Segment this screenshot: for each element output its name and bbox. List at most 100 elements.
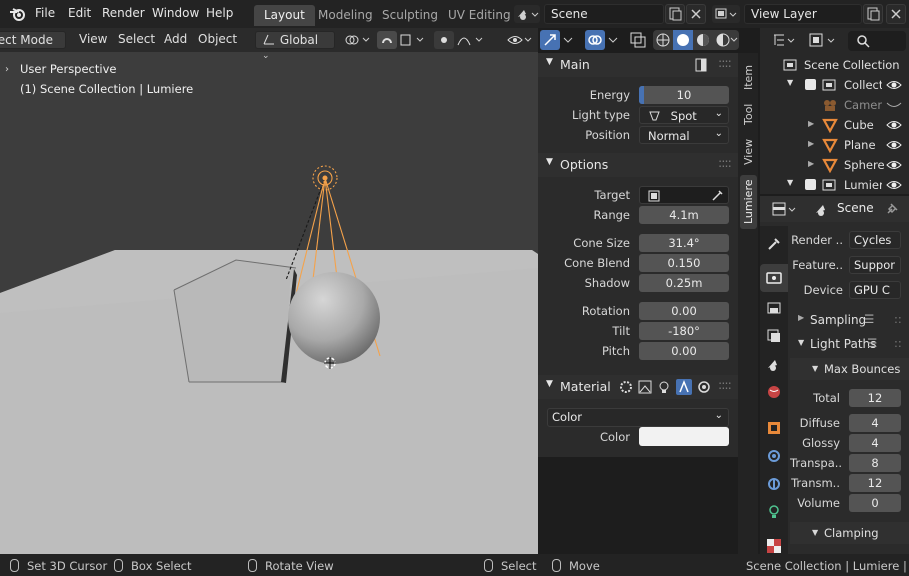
delete-scene-button[interactable] <box>686 4 706 24</box>
xray-toggle-icon[interactable] <box>629 31 647 49</box>
filter-icon[interactable] <box>808 32 838 50</box>
scene-props-icon[interactable] <box>766 356 782 372</box>
view-layer-field[interactable]: View Layer <box>744 4 862 24</box>
cone-blend-field[interactable]: 0.150 <box>639 254 729 272</box>
render-engine-dropdown[interactable]: Cycles <box>849 231 901 249</box>
visibility-icon[interactable] <box>505 31 533 49</box>
feature-set-dropdown[interactable]: Suppor <box>849 256 901 274</box>
target-field[interactable] <box>639 186 729 204</box>
tool-icon[interactable] <box>766 236 782 252</box>
world-icon[interactable] <box>766 384 782 400</box>
material-mode-icons[interactable] <box>618 379 714 395</box>
pitch-field[interactable]: 0.00 <box>639 342 729 360</box>
new-scene-button[interactable] <box>665 4 685 24</box>
energy-field[interactable]: 10 <box>639 86 729 104</box>
delete-view-layer-button[interactable] <box>886 4 906 24</box>
eye-icon[interactable] <box>886 119 902 131</box>
chevron-down-icon[interactable] <box>562 34 574 46</box>
menu-add[interactable]: Add <box>158 31 193 49</box>
light-paths-panel-header[interactable]: ▼ Light Paths ☰ :: <box>790 334 909 354</box>
modifier-icon[interactable] <box>766 448 782 464</box>
bounce-total-field[interactable]: 12 <box>849 389 901 407</box>
material-panel-header[interactable]: ▼ Material :::: <box>538 375 738 399</box>
device-dropdown[interactable]: GPU C <box>849 281 901 299</box>
scene-name-field[interactable]: Scene <box>544 4 664 24</box>
outliner-item-plane[interactable]: ▶ Plane <box>760 135 909 155</box>
cone-size-field[interactable]: 31.4° <box>639 234 729 252</box>
outliner-scene-collection[interactable]: Scene Collection <box>760 55 909 75</box>
snap-toggle-icon[interactable] <box>377 31 397 49</box>
rotation-field[interactable]: 0.00 <box>639 302 729 320</box>
transform-orientation-selector[interactable]: Global ⌄ <box>255 31 335 61</box>
blender-logo-icon[interactable] <box>9 6 26 22</box>
view-layer-icon[interactable] <box>766 328 782 344</box>
editor-type-icon[interactable] <box>772 201 800 219</box>
new-view-layer-button[interactable] <box>863 4 883 24</box>
material-mode-dropdown[interactable]: Color ⌄ <box>547 408 729 427</box>
menu-render[interactable]: Render <box>102 6 145 20</box>
output-icon[interactable] <box>766 300 782 316</box>
chevron-down-icon[interactable] <box>607 34 619 46</box>
eye-icon[interactable] <box>886 179 902 191</box>
falloff-icon[interactable] <box>456 31 488 49</box>
tab-tool[interactable]: Tool <box>740 97 757 131</box>
pin-icon[interactable] <box>884 201 900 217</box>
tab-layout[interactable]: Layout <box>254 5 315 26</box>
clamping-panel-header[interactable]: ▼ Clamping <box>790 522 909 544</box>
bounce-glossy-field[interactable]: 4 <box>849 434 901 452</box>
bounce-volume-field[interactable]: 0 <box>849 494 901 512</box>
pivot-point-icon[interactable] <box>343 32 373 48</box>
expand-arrow-icon[interactable]: ▶ <box>808 159 814 168</box>
light-type-dropdown[interactable]: Spot ⌄ <box>639 106 729 124</box>
options-panel-header[interactable]: ▼ Options :::: <box>538 153 738 177</box>
overlays-toggle-icon[interactable] <box>585 30 605 50</box>
scene-selector-icon[interactable] <box>514 5 540 23</box>
mode-selector[interactable]: Object Mode ⌄ <box>0 31 66 49</box>
range-field[interactable]: 4.1m <box>639 206 729 224</box>
outliner-item-sphere[interactable]: ▶ Sphere <box>760 155 909 175</box>
toolbar-expand-icon[interactable]: › <box>5 64 9 75</box>
tilt-field[interactable]: -180° <box>639 322 729 340</box>
tab-lumiere[interactable]: Lumiere <box>740 175 757 229</box>
snap-target-icon[interactable] <box>399 31 427 49</box>
drag-handle-icon[interactable]: :: <box>894 312 902 326</box>
object-props-icon[interactable] <box>766 420 782 436</box>
tab-render[interactable] <box>760 264 788 292</box>
physics-icon[interactable] <box>766 476 782 492</box>
menu-edit[interactable]: Edit <box>68 6 91 20</box>
light-data-icon[interactable] <box>766 504 782 520</box>
exclude-checkbox[interactable] <box>805 79 816 90</box>
outliner-item-collection[interactable]: ▼ Collectic <box>760 75 909 95</box>
expand-arrow-icon[interactable]: ▼ <box>787 78 793 87</box>
outliner-item-cube[interactable]: ▶ Cube <box>760 115 909 135</box>
tab-view[interactable]: View <box>740 133 757 171</box>
shading-mode-group[interactable] <box>653 30 739 50</box>
bounce-transmission-field[interactable]: 12 <box>849 474 901 492</box>
main-panel-header[interactable]: ▼ Main :::: <box>538 53 738 77</box>
position-dropdown[interactable]: Normal ⌄ <box>639 126 729 144</box>
gizmo-toggle-icon[interactable] <box>540 30 560 50</box>
color-swatch[interactable] <box>639 427 729 446</box>
menu-view[interactable]: View <box>73 31 113 49</box>
eye-icon[interactable] <box>886 139 902 151</box>
shadow-field[interactable]: 0.25m <box>639 274 729 292</box>
menu-help[interactable]: Help <box>206 6 233 20</box>
texture-icon[interactable] <box>766 538 782 554</box>
menu-window[interactable]: Window <box>152 6 199 20</box>
drag-handle-icon[interactable]: :::: <box>718 55 732 70</box>
viewport-scene[interactable] <box>0 28 538 554</box>
max-bounces-panel-header[interactable]: ▼ Max Bounces <box>790 358 909 380</box>
tab-uv-editing[interactable]: UV Editing <box>438 5 521 26</box>
eye-icon[interactable] <box>886 79 902 91</box>
panel-preset-icon[interactable] <box>694 57 710 73</box>
outliner-search-input[interactable] <box>848 31 906 51</box>
drag-handle-icon[interactable]: :::: <box>718 155 732 170</box>
display-mode-icon[interactable] <box>772 32 798 50</box>
drag-handle-icon[interactable]: :: <box>894 336 902 350</box>
exclude-checkbox[interactable] <box>805 179 816 190</box>
menu-object[interactable]: Object <box>192 31 243 49</box>
sampling-panel-header[interactable]: ▶ Sampling ☰ :: <box>790 310 909 330</box>
outliner-item-camera[interactable]: Camera <box>760 95 909 115</box>
bounce-diffuse-field[interactable]: 4 <box>849 414 901 432</box>
outliner-item-lumiere[interactable]: ▼ Lumiere <box>760 175 909 195</box>
